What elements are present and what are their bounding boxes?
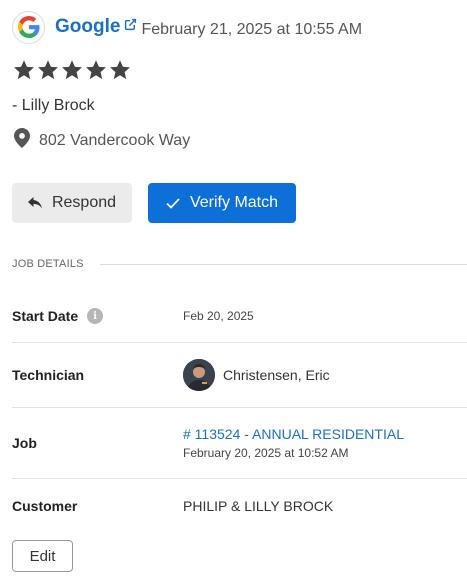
start-date-row: Start Date i Feb 20, 2025 bbox=[12, 304, 467, 328]
customer-label: Customer bbox=[12, 498, 78, 514]
review-source-link[interactable]: Google bbox=[55, 16, 137, 38]
reviewer-name: - Lilly Brock bbox=[12, 97, 95, 114]
star-icon bbox=[36, 58, 60, 82]
job-details-heading: JOB DETAILS bbox=[12, 258, 84, 270]
star-rating bbox=[12, 58, 132, 82]
check-icon bbox=[166, 197, 180, 209]
google-logo-icon bbox=[12, 10, 45, 44]
row-divider bbox=[12, 478, 467, 479]
external-link-icon bbox=[124, 18, 137, 31]
technician-value: Christensen, Eric bbox=[183, 359, 330, 391]
star-icon bbox=[60, 58, 84, 82]
technician-row: Technician Christensen, Eric bbox=[12, 359, 467, 391]
job-link[interactable]: # 113524 - ANNUAL RESIDENTIAL bbox=[183, 426, 404, 442]
review-date: February 21, 2025 at 10:55 AM bbox=[141, 21, 363, 38]
start-date-value: Feb 20, 2025 bbox=[183, 309, 254, 323]
row-divider bbox=[12, 407, 467, 408]
star-icon bbox=[84, 58, 108, 82]
customer-row: Customer PHILIP & LILLY BROCK bbox=[12, 495, 467, 517]
start-date-label-text: Start Date bbox=[12, 308, 79, 324]
section-divider bbox=[100, 264, 467, 265]
review-source-name: Google bbox=[55, 16, 121, 37]
customer-value: PHILIP & LILLY BROCK bbox=[183, 498, 334, 514]
row-divider bbox=[12, 342, 467, 343]
address-text: 802 Vandercook Way bbox=[39, 131, 191, 149]
job-value: # 113524 - ANNUAL RESIDENTIAL February 2… bbox=[183, 426, 404, 460]
respond-button[interactable]: Respond bbox=[12, 183, 132, 223]
info-icon[interactable]: i bbox=[87, 308, 104, 324]
star-icon bbox=[108, 58, 132, 82]
job-row: Job # 113524 - ANNUAL RESIDENTIAL Februa… bbox=[12, 424, 467, 462]
respond-label: Respond bbox=[51, 194, 117, 211]
reply-icon bbox=[27, 197, 42, 209]
review-address: 802 Vandercook Way bbox=[14, 128, 190, 153]
star-icon bbox=[12, 58, 36, 82]
map-pin-icon bbox=[14, 128, 30, 153]
technician-label: Technician bbox=[12, 367, 85, 383]
verify-label: Verify Match bbox=[189, 194, 279, 211]
technician-name: Christensen, Eric bbox=[223, 367, 330, 383]
job-date: February 20, 2025 at 10:52 AM bbox=[183, 446, 349, 460]
technician-avatar bbox=[183, 359, 215, 391]
review-header: Google February 21, 2025 at 10:55 AM bbox=[12, 10, 457, 44]
edit-button[interactable]: Edit bbox=[12, 540, 73, 572]
start-date-label: Start Date i bbox=[12, 308, 183, 324]
job-label: Job bbox=[12, 435, 37, 451]
verify-match-button[interactable]: Verify Match bbox=[148, 183, 296, 223]
